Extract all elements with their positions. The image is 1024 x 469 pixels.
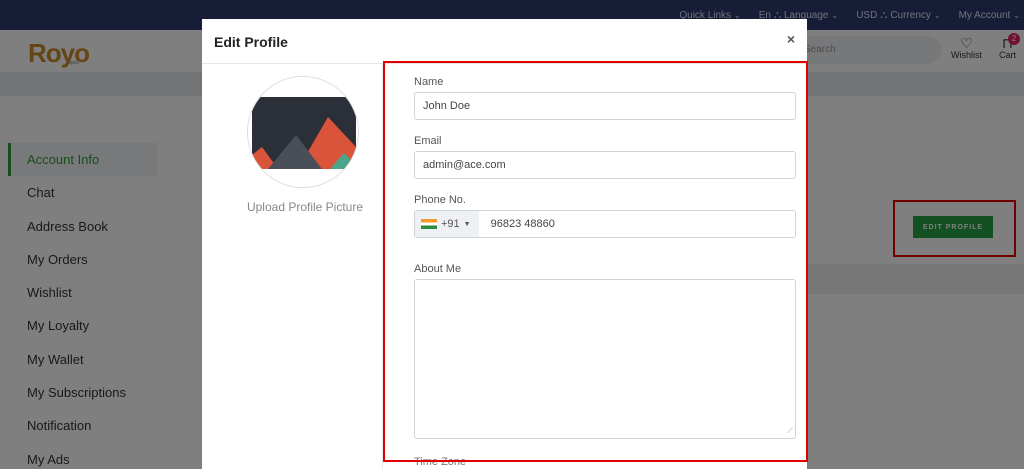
avatar[interactable] xyxy=(247,76,359,188)
modal-title: Edit Profile xyxy=(214,34,288,50)
highlight-box xyxy=(383,61,808,462)
upload-profile-picture-label[interactable]: Upload Profile Picture xyxy=(202,200,408,214)
close-icon[interactable]: × xyxy=(787,31,795,47)
modal-header: Edit Profile × xyxy=(202,19,807,64)
image-placeholder-icon xyxy=(248,77,358,187)
profile-picture-panel: Upload Profile Picture xyxy=(202,64,383,469)
